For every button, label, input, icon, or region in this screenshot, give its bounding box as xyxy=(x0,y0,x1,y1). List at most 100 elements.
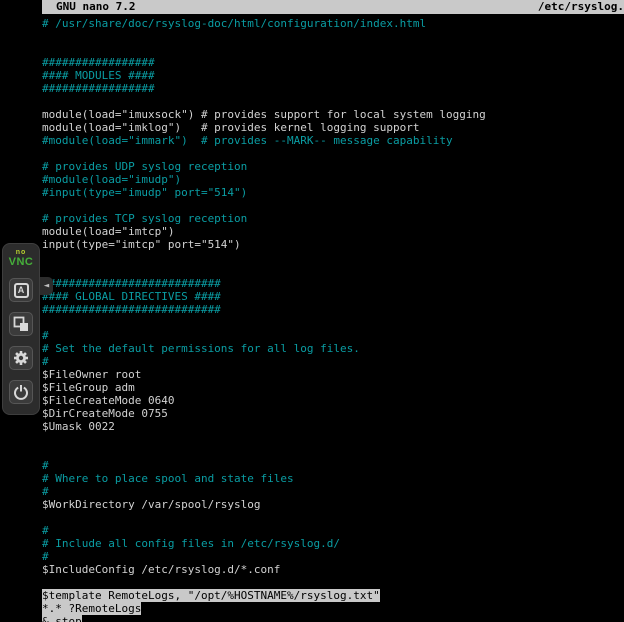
editor-line: #module(load="imudp") xyxy=(42,173,624,186)
editor-line-text: #module(load="imudp") xyxy=(42,173,181,186)
editor-line: # Where to place spool and state files xyxy=(42,472,624,485)
settings-button[interactable] xyxy=(9,346,33,370)
editor-line-text: # Set the default permissions for all lo… xyxy=(42,342,360,355)
editor-line: *.* ?RemoteLogs xyxy=(42,602,624,615)
power-icon xyxy=(13,384,29,400)
novnc-viewport: { "titlebar": { "app": "GNU nano 7.2", "… xyxy=(0,0,624,622)
editor-line-text: ########################### xyxy=(42,277,221,290)
gear-icon xyxy=(13,350,29,366)
editor-line: $Umask 0022 xyxy=(42,420,624,433)
editor-line xyxy=(42,43,624,56)
editor-line-text: # xyxy=(42,550,49,563)
editor-line: ########################### xyxy=(42,277,624,290)
editor-line: # provides TCP syslog reception xyxy=(42,212,624,225)
editor-line-text: ################# xyxy=(42,82,155,95)
editor-line: & stop xyxy=(42,615,624,622)
terminal-screen[interactable]: GNU nano 7.2 /etc/rsyslog. # /usr/share/… xyxy=(42,0,624,622)
editor-line-text: # xyxy=(42,355,49,368)
editor-line: #module(load="immark") # provides --MARK… xyxy=(42,134,624,147)
editor-line xyxy=(42,446,624,459)
editor-line xyxy=(42,147,624,160)
editor-line: $WorkDirectory /var/spool/rsyslog xyxy=(42,498,624,511)
editor-line-text: $FileGroup adm xyxy=(42,381,135,394)
editor-line: ########################### xyxy=(42,303,624,316)
editor-line xyxy=(42,199,624,212)
editor-line-text: # /usr/share/doc/rsyslog-doc/html/config… xyxy=(42,17,426,30)
editor-line-text: # provides TCP syslog reception xyxy=(42,212,247,225)
editor-line xyxy=(42,95,624,108)
editor-line xyxy=(42,316,624,329)
editor-content[interactable]: # /usr/share/doc/rsyslog-doc/html/config… xyxy=(42,14,624,622)
editor-line: # xyxy=(42,355,624,368)
editor-line: input(type="imtcp" port="514") xyxy=(42,238,624,251)
editor-line: # xyxy=(42,485,624,498)
editor-line-text: # provides UDP syslog reception xyxy=(42,160,247,173)
editor-line-text: #### MODULES #### xyxy=(42,69,155,82)
editor-line-text: # xyxy=(42,329,49,342)
editor-line: # Set the default permissions for all lo… xyxy=(42,342,624,355)
editor-line-text: # xyxy=(42,459,49,472)
editor-line xyxy=(42,511,624,524)
editor-line: # /usr/share/doc/rsyslog-doc/html/config… xyxy=(42,17,624,30)
editor-line: # xyxy=(42,459,624,472)
editor-line: # Include all config files in /etc/rsysl… xyxy=(42,537,624,550)
editor-line-text: & stop xyxy=(42,615,82,622)
editor-line-text: ########################### xyxy=(42,303,221,316)
editor-line-text: #### GLOBAL DIRECTIVES #### xyxy=(42,290,221,303)
editor-line: ################# xyxy=(42,56,624,69)
editor-line-text: # Where to place spool and state files xyxy=(42,472,294,485)
editor-line: # provides UDP syslog reception xyxy=(42,160,624,173)
editor-line: # xyxy=(42,329,624,342)
editor-line-text: $IncludeConfig /etc/rsyslog.d/*.conf xyxy=(42,563,280,576)
editor-line-text: input(type="imtcp" port="514") xyxy=(42,238,241,251)
editor-line: $template RemoteLogs, "/opt/%HOSTNAME%/r… xyxy=(42,589,624,602)
editor-line: #### MODULES #### xyxy=(42,69,624,82)
editor-line: $FileOwner root xyxy=(42,368,624,381)
editor-line-text: # Include all config files in /etc/rsysl… xyxy=(42,537,340,550)
power-button[interactable] xyxy=(9,380,33,404)
editor-line-text: $Umask 0022 xyxy=(42,420,115,433)
collapse-arrow-icon: ◄ xyxy=(44,281,49,291)
fullscreen-button[interactable] xyxy=(9,312,33,336)
fullscreen-icon xyxy=(13,316,29,332)
editor-line-text: module(load="imklog") # provides kernel … xyxy=(42,121,420,134)
editor-line xyxy=(42,251,624,264)
extra-keys-button[interactable]: A xyxy=(9,278,33,302)
novnc-logo-no: no xyxy=(9,249,34,256)
editor-line-text: $DirCreateMode 0755 xyxy=(42,407,168,420)
editor-line xyxy=(42,30,624,43)
novnc-control-bar: no VNC A xyxy=(2,243,40,415)
editor-line-text: ################# xyxy=(42,56,155,69)
editor-line-text: $FileOwner root xyxy=(42,368,141,381)
editor-line-text: # xyxy=(42,524,49,537)
editor-line xyxy=(42,576,624,589)
editor-line xyxy=(42,433,624,446)
editor-line: # xyxy=(42,524,624,537)
novnc-logo: no VNC xyxy=(9,249,34,268)
editor-line: module(load="imklog") # provides kernel … xyxy=(42,121,624,134)
editor-line-text: module(load="imuxsock") # provides suppo… xyxy=(42,108,486,121)
editor-line xyxy=(42,264,624,277)
editor-line: $IncludeConfig /etc/rsyslog.d/*.conf xyxy=(42,563,624,576)
editor-line: # xyxy=(42,550,624,563)
editor-line-text: $template RemoteLogs, "/opt/%HOSTNAME%/r… xyxy=(42,589,380,602)
control-bar-handle[interactable]: ◄ xyxy=(40,277,53,295)
editor-line-text: $FileCreateMode 0640 xyxy=(42,394,174,407)
editor-line: module(load="imuxsock") # provides suppo… xyxy=(42,108,624,121)
editor-line-text: #module(load="immark") # provides --MARK… xyxy=(42,134,453,147)
novnc-logo-vnc: VNC xyxy=(9,257,34,268)
nano-filename-label: /etc/rsyslog. xyxy=(538,0,624,14)
editor-line: $FileCreateMode 0640 xyxy=(42,394,624,407)
editor-line-text: #input(type="imudp" port="514") xyxy=(42,186,247,199)
keyboard-a-key-icon: A xyxy=(14,283,29,298)
editor-line: #input(type="imudp" port="514") xyxy=(42,186,624,199)
editor-line: #### GLOBAL DIRECTIVES #### xyxy=(42,290,624,303)
nano-titlebar: GNU nano 7.2 /etc/rsyslog. xyxy=(42,0,624,14)
editor-line: module(load="imtcp") xyxy=(42,225,624,238)
editor-line-text: $WorkDirectory /var/spool/rsyslog xyxy=(42,498,261,511)
editor-line: $DirCreateMode 0755 xyxy=(42,407,624,420)
editor-line-text: # xyxy=(42,485,49,498)
nano-version-label: GNU nano 7.2 xyxy=(56,0,135,14)
editor-line-text: module(load="imtcp") xyxy=(42,225,174,238)
editor-line-text: *.* ?RemoteLogs xyxy=(42,602,141,615)
